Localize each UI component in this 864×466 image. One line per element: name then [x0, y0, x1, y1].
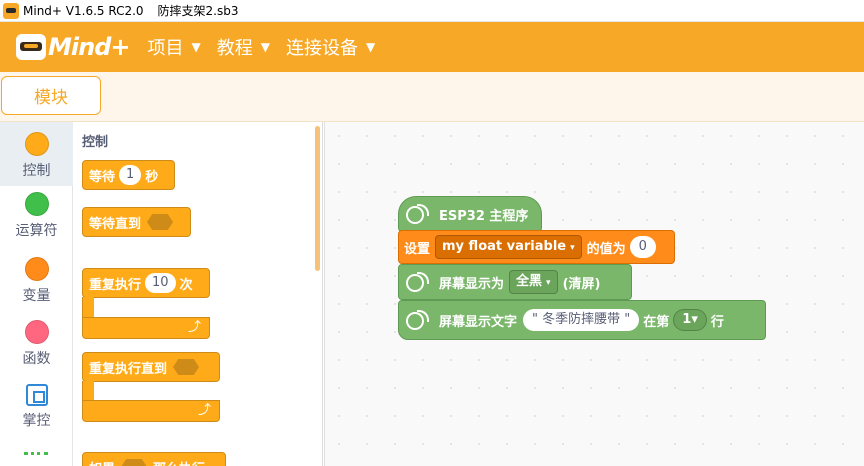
color-dropdown[interactable]: 全黑 ▾: [509, 270, 558, 294]
robot-logo-icon: [16, 34, 46, 60]
dropdown-value: my float variable: [442, 239, 567, 254]
block-text: 那么执行: [153, 458, 205, 466]
menu-connect-device[interactable]: 连接设备 ▼: [286, 34, 375, 60]
app-title: Mind+ V1.6.5 RC2.0: [23, 3, 144, 18]
file-name: 防摔支架2.sb3: [157, 4, 239, 18]
category-handpy[interactable]: 掌控: [0, 384, 73, 430]
block-text: 秒: [145, 169, 159, 185]
block-text: 屏幕显示为: [439, 276, 505, 292]
dropdown-value: 1: [682, 312, 692, 327]
dropdown-value: 全黑: [516, 274, 543, 289]
category-label: 控制: [22, 163, 51, 179]
category-dot-icon: [24, 192, 49, 216]
extension-icon: [403, 270, 431, 294]
category-dot-icon: [24, 257, 49, 281]
caret-down-icon: ▼: [365, 40, 376, 54]
mindplus-app-icon: [3, 2, 19, 19]
text-input[interactable]: " 冬季防摔腰带 ": [523, 309, 640, 331]
loop-arrow-icon: ⤴: [82, 400, 220, 422]
block-if-then[interactable]: 如果 那么执行: [82, 452, 226, 466]
block-wait-seconds[interactable]: 等待 1 秒: [82, 160, 175, 190]
more-category-icon: [24, 452, 48, 466]
category-label: 变量: [22, 288, 51, 304]
block-text: 设置: [404, 241, 431, 257]
category-label: 掌控: [22, 413, 51, 429]
category-sidebar: 控制 运算符 变量 函数 掌控: [0, 122, 73, 466]
dropdown-caret-icon: ▾: [691, 312, 698, 327]
variable-dropdown[interactable]: my float variable ▾: [435, 235, 582, 259]
top-menubar: Mind+ 项目 ▼ 教程 ▼ 连接设备 ▼: [0, 22, 864, 72]
block-palette: 控制 等待 1 秒 等待直到 重复执行 10 次 ⤴ 重复执行直到 ⤴ 如果 那…: [73, 122, 323, 466]
boolean-slot: [173, 359, 200, 375]
block-esp32-main[interactable]: ESP32 主程序: [398, 196, 542, 232]
menu-tutorial[interactable]: 教程 ▼: [217, 34, 270, 60]
block-text: 等待直到: [89, 216, 142, 232]
category-label: 函数: [22, 351, 51, 367]
c-arm: [82, 381, 94, 400]
block-text: 重复执行: [89, 277, 142, 293]
category-operators[interactable]: 运算符: [0, 192, 73, 240]
boolean-slot: [147, 214, 174, 230]
code-workspace[interactable]: ESP32 主程序 设置 my float variable ▾ 的值为 0 屏幕…: [324, 122, 864, 466]
boolean-slot: [121, 459, 148, 466]
extension-icon: [403, 308, 431, 332]
block-show-text[interactable]: 屏幕显示文字 " 冬季防摔腰带 " 在第 1▾ 行: [398, 300, 766, 340]
block-repeat-times[interactable]: 重复执行 10 次: [82, 268, 210, 298]
block-text: (清屏): [562, 276, 601, 292]
palette-scrollbar[interactable]: [315, 126, 320, 271]
menu-project[interactable]: 项目 ▼: [147, 34, 200, 60]
dropdown-caret-icon: ▾: [570, 243, 575, 253]
block-number-input[interactable]: 10: [145, 273, 176, 293]
line-dropdown[interactable]: 1▾: [673, 309, 707, 331]
mindplus-logo: Mind+: [16, 33, 130, 61]
block-set-variable[interactable]: 设置 my float variable ▾ 的值为 0: [398, 230, 675, 264]
category-functions[interactable]: 函数: [0, 320, 73, 368]
value-input[interactable]: 0: [629, 236, 656, 258]
caret-down-icon: ▼: [191, 40, 201, 54]
block-number-input[interactable]: 1: [119, 165, 142, 185]
category-variables[interactable]: 变量: [0, 257, 73, 305]
chip-icon: [25, 384, 48, 406]
block-text: 的值为: [586, 241, 626, 257]
extension-icon: [403, 202, 431, 226]
block-text: 重复执行直到: [89, 361, 168, 377]
palette-title: 控制: [82, 135, 109, 150]
block-text: 行: [710, 314, 724, 330]
category-control[interactable]: 控制: [0, 122, 73, 186]
block-text: 次: [179, 277, 193, 293]
category-label: 运算符: [15, 223, 58, 239]
menu-connect-device-label: 连接设备: [285, 38, 358, 59]
caret-down-icon: ▼: [260, 40, 270, 54]
block-text: 如果: [89, 458, 115, 466]
block-fill-screen[interactable]: 屏幕显示为 全黑 ▾ (清屏): [398, 264, 632, 300]
tab-modules[interactable]: 模块: [1, 76, 101, 115]
block-text: 在第: [643, 314, 670, 330]
tab-row: 模块: [0, 72, 864, 122]
logo-text: Mind+: [48, 33, 130, 61]
dropdown-caret-icon: ▾: [546, 278, 551, 288]
block-text: 等待: [89, 169, 116, 185]
window-titlebar: Mind+ V1.6.5 RC2.0 防摔支架2.sb3: [0, 0, 864, 22]
block-repeat-until[interactable]: 重复执行直到: [82, 352, 220, 382]
category-dot-icon: [24, 132, 49, 156]
block-wait-until[interactable]: 等待直到: [82, 207, 191, 237]
menu-tutorial-label: 教程: [216, 38, 253, 59]
block-text: 屏幕显示文字: [439, 314, 518, 330]
block-text: ESP32 主程序: [439, 208, 529, 224]
menu-project-label: 项目: [147, 38, 184, 59]
category-dot-icon: [24, 320, 49, 344]
c-arm: [82, 297, 94, 317]
loop-arrow-icon: ⤴: [82, 317, 210, 339]
